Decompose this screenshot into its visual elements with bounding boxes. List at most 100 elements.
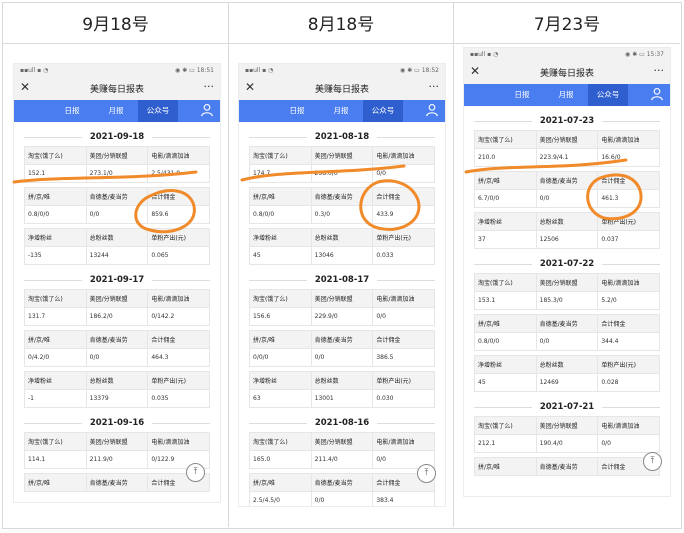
tab-daily[interactable]: 日报 xyxy=(56,100,88,122)
metric-label: 电影/滴滴加油 xyxy=(372,432,435,451)
more-icon[interactable]: ··· xyxy=(204,80,215,93)
tab-monthly[interactable]: 月报 xyxy=(100,100,132,122)
report-date-heading: 2021-08-18 xyxy=(249,132,435,142)
column-divider xyxy=(228,2,229,527)
table-header-row: 拼/京/唯 肯德基/麦当劳 合计佣金 xyxy=(474,314,660,333)
metric-label: 肯德基/麦当劳 xyxy=(310,473,374,492)
table-row: 114.1 211.9/0 0/122.9 xyxy=(24,450,210,469)
close-icon[interactable]: ✕ xyxy=(20,80,30,94)
metric-value: 37 xyxy=(474,230,537,249)
metric-label: 总粉丝数 xyxy=(535,355,599,374)
metric-value: 45 xyxy=(474,373,537,392)
metric-value: 273.1/0 xyxy=(85,164,149,183)
metric-value: 165.0 xyxy=(249,450,312,469)
table-header-row: 净增粉丝 总粉丝数 单粉产出(元) xyxy=(474,355,660,374)
metric-value: 0/0 xyxy=(372,307,435,326)
table-row: 6.7/0/0 0/0 461.3 xyxy=(474,189,660,208)
table-header-row: 拼/京/唯 肯德基/麦当劳 合计佣金 xyxy=(24,330,210,349)
table-row: 0.8/0/0 0/0 859.6 xyxy=(24,205,210,224)
column-header-2: 8月18号 xyxy=(229,2,453,44)
report-table: 淘宝(饿了么) 美团/分销联盟 电影/滴滴加油 210.0 223.9/4.1 16.6/… xyxy=(474,130,660,253)
status-bar: ▪︎▪︎ull ▪︎ ◔ ◉ ✱ ▭ 18:52 xyxy=(239,64,445,76)
metric-label: 美团/分销联盟 xyxy=(535,273,599,292)
metric-label: 电影/滴滴加油 xyxy=(147,289,210,308)
metric-label: 肯德基/麦当劳 xyxy=(535,171,599,190)
more-icon[interactable]: ··· xyxy=(429,80,440,93)
metric-label: 净增粉丝 xyxy=(474,355,537,374)
tab-daily[interactable]: 日报 xyxy=(281,100,313,122)
metric-label: 电影/滴滴加油 xyxy=(597,416,660,435)
scroll-to-top-button[interactable]: ⤒ xyxy=(643,452,662,471)
user-icon[interactable] xyxy=(650,87,664,101)
metric-value: 461.3 xyxy=(597,189,660,208)
table-row: 131.7 186.2/0 0/142.2 xyxy=(24,307,210,326)
metric-value: 0.065 xyxy=(147,246,210,265)
tab-official-account[interactable]: 公众号 xyxy=(138,100,178,122)
metric-label: 拼/京/唯 xyxy=(24,187,87,206)
metric-label: 总粉丝数 xyxy=(310,371,374,390)
table-header-row: 淘宝(饿了么) 美团/分销联盟 电影/滴滴加油 xyxy=(474,416,660,435)
table-row: 174.7 258.0/0 0/0 xyxy=(249,164,435,183)
tab-official-account[interactable]: 公众号 xyxy=(363,100,403,122)
metric-value: 212.1 xyxy=(474,434,537,453)
scroll-to-top-button[interactable]: ⤒ xyxy=(417,464,436,483)
metric-value: 190.4/0 xyxy=(535,434,599,453)
metric-label: 拼/京/唯 xyxy=(474,314,537,333)
close-icon[interactable]: ✕ xyxy=(470,64,480,78)
metric-label: 美团/分销联盟 xyxy=(310,146,374,165)
metric-label: 美团/分销联盟 xyxy=(310,432,374,451)
metric-value: 186.2/0 xyxy=(85,307,149,326)
table-row: 212.1 190.4/0 0/0 xyxy=(474,434,660,453)
table-row: 0.8/0/0 0/0 344.4 xyxy=(474,332,660,351)
tab-official-account[interactable]: 公众号 xyxy=(588,84,628,106)
metric-label: 单粉产出(元) xyxy=(372,228,435,247)
metric-value: 45 xyxy=(249,246,312,265)
metric-value: 0/0 xyxy=(310,348,374,367)
close-icon[interactable]: ✕ xyxy=(245,80,255,94)
metric-value: 6.7/0/0 xyxy=(474,189,537,208)
table-header-row: 淘宝(饿了么) 美团/分销联盟 电影/滴滴加油 xyxy=(249,289,435,308)
page-title: 美赚每日报表 xyxy=(314,84,369,95)
metric-label: 电影/滴滴加油 xyxy=(372,146,435,165)
metric-label: 合计佣金 xyxy=(372,187,435,206)
table-row: 45 13046 0.033 xyxy=(249,246,435,265)
metric-value: 0.8/0/0 xyxy=(24,205,87,224)
report-list[interactable]: 2021-08-18 淘宝(饿了么) 美团/分销联盟 电影/滴滴加油 174.7 258.… xyxy=(239,122,445,506)
metric-value: 0/0 xyxy=(372,164,435,183)
tab-monthly[interactable]: 月报 xyxy=(550,84,582,106)
metric-label: 净增粉丝 xyxy=(24,228,87,247)
column-header-1: 9月18号 xyxy=(3,2,228,44)
metric-label: 肯德基/麦当劳 xyxy=(85,473,149,492)
table-row: 63 13001 0.030 xyxy=(249,389,435,408)
table-header-row: 拼/京/唯 肯德基/麦当劳 合计佣金 xyxy=(24,473,210,492)
status-time: ◉ ✱ ▭ 15:37 xyxy=(625,50,664,58)
report-list[interactable]: 2021-07-23 淘宝(饿了么) 美团/分销联盟 电影/滴滴加油 210.0 223.… xyxy=(464,106,670,480)
metric-label: 美团/分销联盟 xyxy=(310,289,374,308)
table-row: 165.0 211.4/0 0/0 xyxy=(249,450,435,469)
user-icon[interactable] xyxy=(425,103,439,117)
metric-label: 淘宝(饿了么) xyxy=(24,146,87,165)
report-list[interactable]: 2021-09-18 淘宝(饿了么) 美团/分销联盟 电影/滴滴加油 152.1 273.… xyxy=(14,122,220,496)
user-icon[interactable] xyxy=(200,103,214,117)
title-bar: ✕ 美赚每日报表 ··· xyxy=(14,76,220,100)
metric-value: 0/0 xyxy=(85,205,149,224)
metric-label: 总粉丝数 xyxy=(535,212,599,231)
table-header-row: 淘宝(饿了么) 美团/分销联盟 电影/滴滴加油 xyxy=(24,146,210,165)
scroll-to-top-button[interactable]: ⤒ xyxy=(186,463,205,482)
more-icon[interactable]: ··· xyxy=(654,64,665,77)
tab-monthly[interactable]: 月报 xyxy=(325,100,357,122)
metric-label: 拼/京/唯 xyxy=(474,171,537,190)
metric-value: 0.3/0 xyxy=(310,205,374,224)
report-date-heading: 2021-09-18 xyxy=(24,132,210,142)
metric-value: 0.030 xyxy=(372,389,435,408)
tab-daily[interactable]: 日报 xyxy=(506,84,538,106)
table-header-row: 拼/京/唯 肯德基/麦当劳 合计佣金 xyxy=(24,187,210,206)
status-time: ◉ ✱ ▭ 18:52 xyxy=(400,66,439,74)
metric-label: 电影/滴滴加油 xyxy=(147,432,210,451)
metric-value: 114.1 xyxy=(24,450,87,469)
report-date-heading: 2021-08-16 xyxy=(249,418,435,428)
table-header-row: 净增粉丝 总粉丝数 单粉产出(元) xyxy=(24,371,210,390)
metric-label: 肯德基/麦当劳 xyxy=(85,187,149,206)
table-header-row: 拼/京/唯 肯德基/麦当劳 合计佣金 xyxy=(474,457,660,476)
metric-value: 174.7 xyxy=(249,164,312,183)
